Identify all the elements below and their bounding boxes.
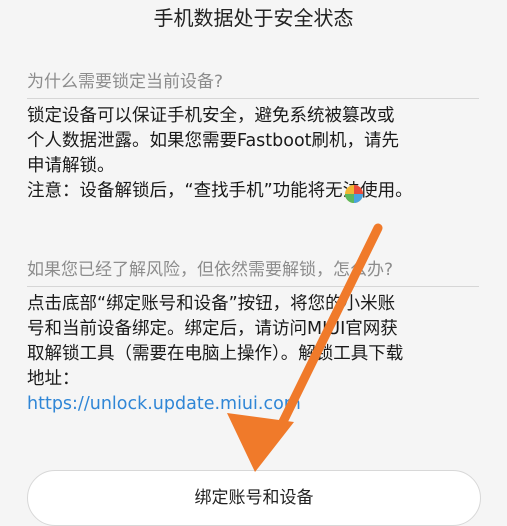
annotation-overlay (227, 185, 383, 472)
colorful-logo-icon (345, 185, 363, 203)
annotation-arrow-icon (227, 223, 383, 472)
